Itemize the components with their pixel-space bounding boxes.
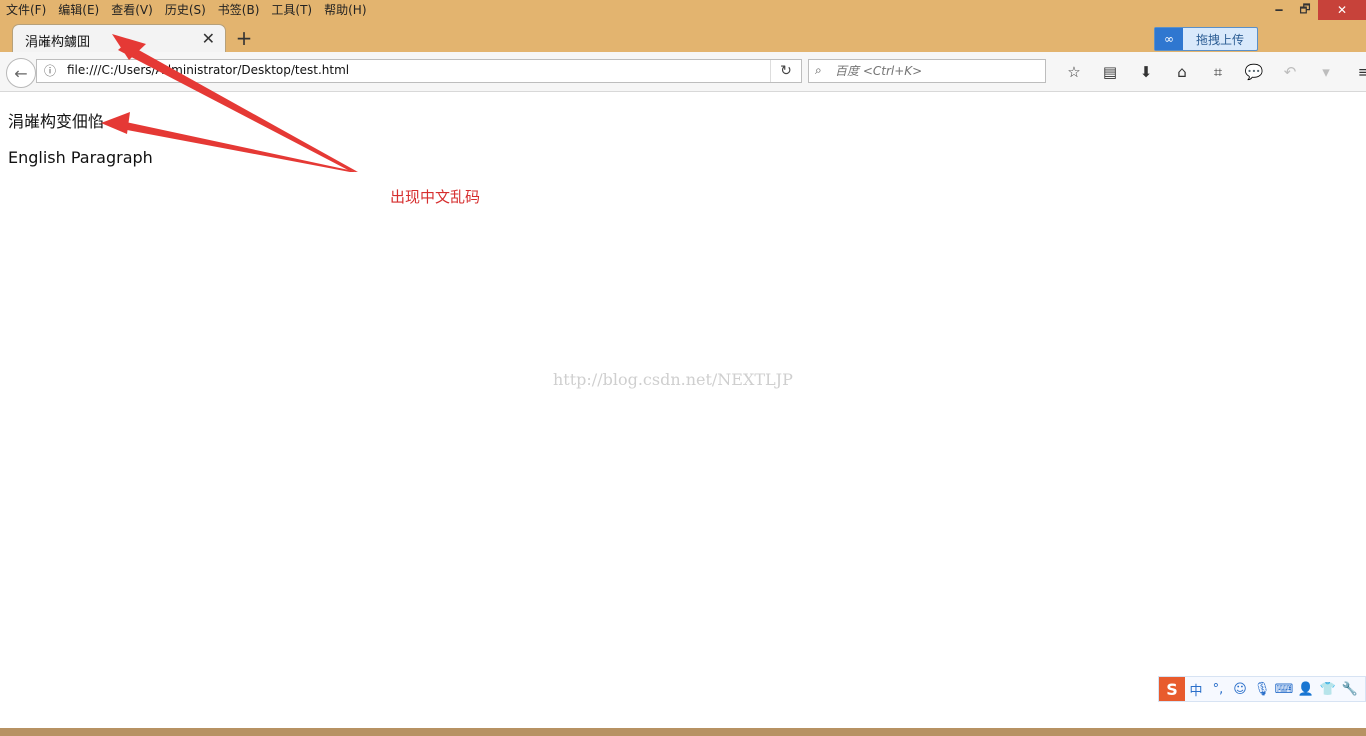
chinese-mode-icon[interactable]: 中 [1185, 680, 1207, 699]
keyboard-icon[interactable]: ⌨ [1273, 682, 1295, 697]
settings-wrench-icon[interactable]: 🔧 [1339, 682, 1361, 697]
punctuation-icon[interactable]: °, [1207, 682, 1229, 697]
microphone-icon[interactable]: 🎙 [1251, 682, 1273, 697]
arrow-to-heading [111, 119, 358, 172]
ime-toolbar: S 中 °, ☺ 🎙 ⌨ 👤 👕 🔧 [1158, 676, 1366, 702]
user-icon[interactable]: 👤 [1295, 682, 1317, 697]
taskbar [0, 728, 1366, 736]
emoji-icon[interactable]: ☺ [1229, 682, 1251, 697]
skin-icon[interactable]: 👕 [1317, 682, 1339, 697]
arrow-to-heading-head [101, 112, 130, 134]
sogou-logo-icon[interactable]: S [1159, 677, 1185, 701]
annotation-arrows [101, 34, 358, 172]
arrow-to-tab [118, 43, 358, 172]
